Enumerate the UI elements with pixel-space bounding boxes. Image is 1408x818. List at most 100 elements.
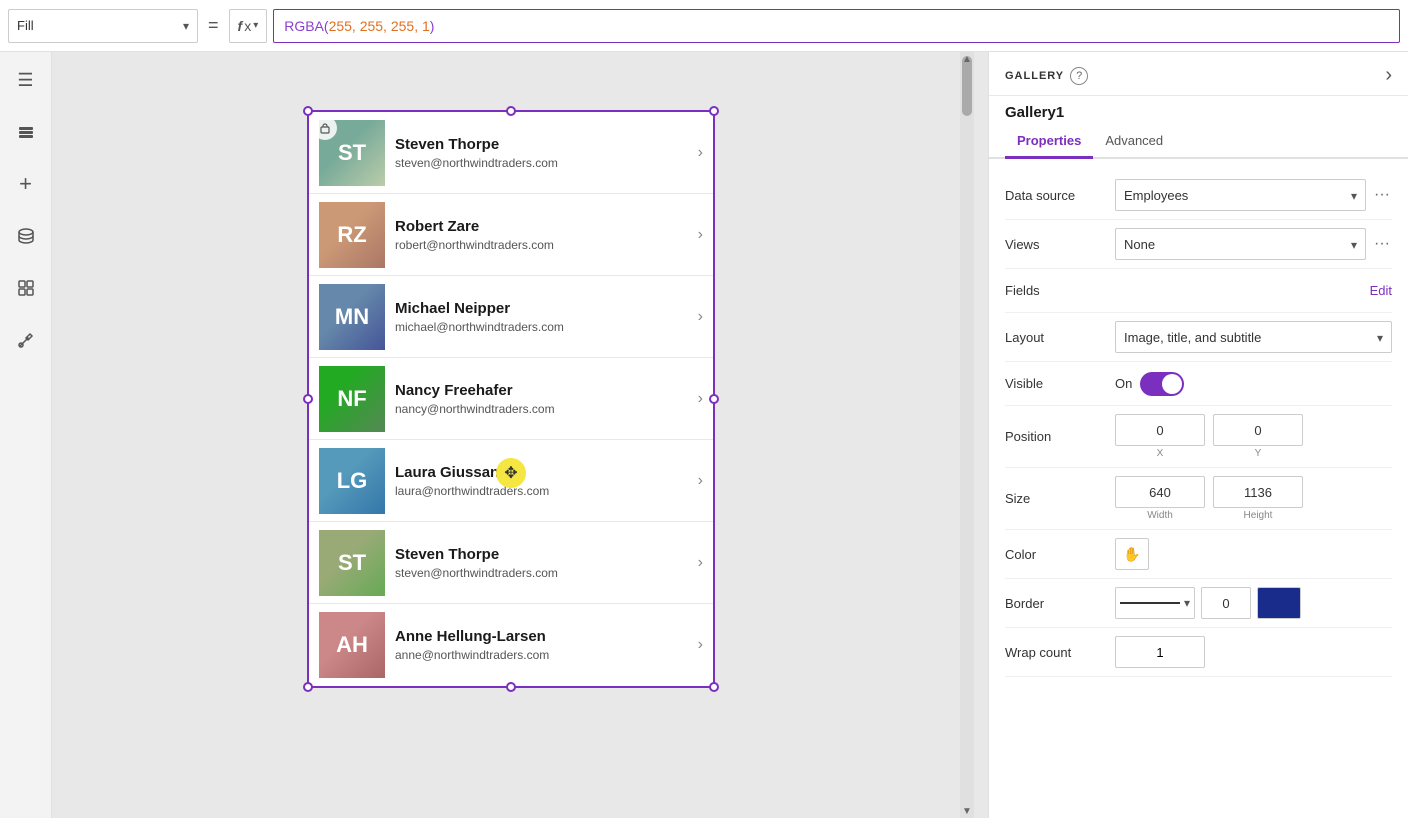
fx-chevron-icon: ▾ <box>253 20 258 31</box>
gallery-item[interactable]: ST Steven Thorpe steven@northwindtraders… <box>309 112 713 194</box>
pos-x-input[interactable]: 0 <box>1115 414 1205 446</box>
top-toolbar: Fill = f x ▾ RGBA(255, 255, 255, 1) <box>0 0 1408 52</box>
move-cursor-icon: ✥ <box>496 458 526 488</box>
gallery-item-avatar: ST <box>319 530 385 596</box>
panel-collapse-button[interactable]: › <box>1385 64 1392 87</box>
pos-y-label: Y <box>1255 448 1262 459</box>
gallery-item-name: Steven Thorpe <box>395 136 694 153</box>
gallery-item-arrow-icon: › <box>694 144 703 162</box>
fx-label: x <box>244 18 251 34</box>
gallery-selection-border: ✥ ST Steven Thorpe steven@northwindtrade… <box>307 110 715 688</box>
formula-bar[interactable]: RGBA(255, 255, 255, 1) <box>273 9 1400 43</box>
panel-section-label: GALLERY <box>1005 70 1064 82</box>
size-width-input[interactable]: 640 <box>1115 476 1205 508</box>
border-width-input[interactable]: 0 <box>1201 587 1251 619</box>
wrap-count-input[interactable]: 1 <box>1115 636 1205 668</box>
color-picker-button[interactable]: ✋ <box>1115 538 1149 570</box>
layout-row: Layout Image, title, and subtitle <box>1005 313 1392 362</box>
gallery-item[interactable]: MN Michael Neipper michael@northwindtrad… <box>309 276 713 358</box>
layout-value: Image, title, and subtitle <box>1115 321 1392 353</box>
layout-chevron-icon <box>1377 330 1383 345</box>
panel-help-button[interactable]: ? <box>1070 67 1088 85</box>
gallery-item-name: Robert Zare <box>395 218 694 235</box>
gallery-item[interactable]: NF Nancy Freehafer nancy@northwindtrader… <box>309 358 713 440</box>
visible-toggle[interactable] <box>1140 372 1184 396</box>
gallery-item-email: michael@northwindtraders.com <box>395 320 694 334</box>
border-label: Border <box>1005 596 1115 611</box>
views-chevron-icon <box>1351 237 1357 252</box>
gallery-item-email: steven@northwindtraders.com <box>395 156 694 170</box>
left-sidebar: ☰ + <box>0 52 52 818</box>
position-label: Position <box>1005 429 1115 444</box>
border-row: Border 0 <box>1005 579 1392 628</box>
fields-row: Fields Edit <box>1005 269 1392 313</box>
tab-properties[interactable]: Properties <box>1005 127 1093 159</box>
views-selected: None <box>1124 237 1351 252</box>
wrap-count-row: Wrap count 1 <box>1005 628 1392 677</box>
fill-chevron-icon <box>183 18 189 33</box>
size-inputs: 640 Width 1136 Height <box>1115 476 1392 521</box>
gallery-item-info: Robert Zare robert@northwindtraders.com <box>385 218 694 252</box>
gallery-item-info: Michael Neipper michael@northwindtraders… <box>385 300 694 334</box>
panel-tabs: Properties Advanced <box>989 127 1408 159</box>
avatar-initials: RZ <box>319 202 385 268</box>
data-source-label: Data source <box>1005 188 1115 203</box>
tab-advanced[interactable]: Advanced <box>1093 127 1175 159</box>
border-value: 0 <box>1115 587 1392 619</box>
gallery-item[interactable]: AH Anne Hellung-Larsen anne@northwindtra… <box>309 604 713 686</box>
border-style-dropdown[interactable] <box>1115 587 1195 619</box>
gallery-name-label: Gallery1 <box>989 96 1408 121</box>
gallery-item-email: robert@northwindtraders.com <box>395 238 694 252</box>
pos-y-input[interactable]: 0 <box>1213 414 1303 446</box>
database-icon[interactable] <box>10 220 42 252</box>
color-icon: ✋ <box>1123 546 1140 563</box>
add-icon[interactable]: + <box>10 168 42 200</box>
layers-icon[interactable] <box>10 116 42 148</box>
data-source-row: Data source Employees ··· <box>1005 171 1392 220</box>
color-value: ✋ <box>1115 538 1392 570</box>
gallery-item-name: Nancy Freehafer <box>395 382 694 399</box>
gallery-item-avatar: MN <box>319 284 385 350</box>
data-source-selected: Employees <box>1124 188 1351 203</box>
data-source-more-button[interactable]: ··· <box>1372 186 1392 204</box>
gallery-item[interactable]: ST Steven Thorpe steven@northwindtraders… <box>309 522 713 604</box>
gallery-item-arrow-icon: › <box>694 636 703 654</box>
gallery-item-arrow-icon: › <box>694 472 703 490</box>
right-panel: GALLERY ? › Gallery1 Properties Advanced… <box>988 52 1408 818</box>
scroll-down-arrow[interactable]: ▼ <box>960 804 974 818</box>
gallery-item-name: Anne Hellung-Larsen <box>395 628 694 645</box>
layout-dropdown[interactable]: Image, title, and subtitle <box>1115 321 1392 353</box>
gallery-item-info: Laura Giussani laura@northwindtraders.co… <box>385 464 694 498</box>
canvas-area[interactable]: ✥ ST Steven Thorpe steven@northwindtrade… <box>52 52 988 818</box>
size-height-label: Height <box>1244 510 1273 521</box>
tools-icon[interactable] <box>10 324 42 356</box>
gallery-item-avatar: NF <box>319 366 385 432</box>
data-source-value: Employees ··· <box>1115 179 1392 211</box>
gallery-item[interactable]: RZ Robert Zare robert@northwindtraders.c… <box>309 194 713 276</box>
grid-icon[interactable] <box>10 272 42 304</box>
formula-text: RGBA(255, 255, 255, 1) <box>284 18 434 34</box>
hamburger-icon[interactable]: ☰ <box>10 64 42 96</box>
gallery-item-name: Laura Giussani <box>395 464 694 481</box>
fields-edit-button[interactable]: Edit <box>1370 283 1392 298</box>
fx-icon: f <box>238 18 243 34</box>
size-height-input[interactable]: 1136 <box>1213 476 1303 508</box>
views-value: None ··· <box>1115 228 1392 260</box>
gallery-list: ST Steven Thorpe steven@northwindtraders… <box>309 112 713 686</box>
fill-dropdown[interactable]: Fill <box>8 9 198 43</box>
visible-state-label: On <box>1115 376 1132 391</box>
data-source-dropdown[interactable]: Employees <box>1115 179 1366 211</box>
views-row: Views None ··· <box>1005 220 1392 269</box>
scroll-up-arrow[interactable]: ▲ <box>960 52 974 66</box>
vertical-scrollbar[interactable]: ▲ ▼ <box>960 52 974 818</box>
fx-button[interactable]: f x ▾ <box>229 9 268 43</box>
visible-toggle-container: On <box>1115 372 1184 396</box>
gallery-item-info: Steven Thorpe steven@northwindtraders.co… <box>385 136 694 170</box>
fill-label: Fill <box>17 18 34 33</box>
fields-value: Edit <box>1115 283 1392 298</box>
properties-body: Data source Employees ··· Views None <box>989 159 1408 689</box>
views-dropdown[interactable]: None <box>1115 228 1366 260</box>
border-line-preview <box>1120 602 1180 604</box>
border-color-swatch[interactable] <box>1257 587 1301 619</box>
views-more-button[interactable]: ··· <box>1372 235 1392 253</box>
